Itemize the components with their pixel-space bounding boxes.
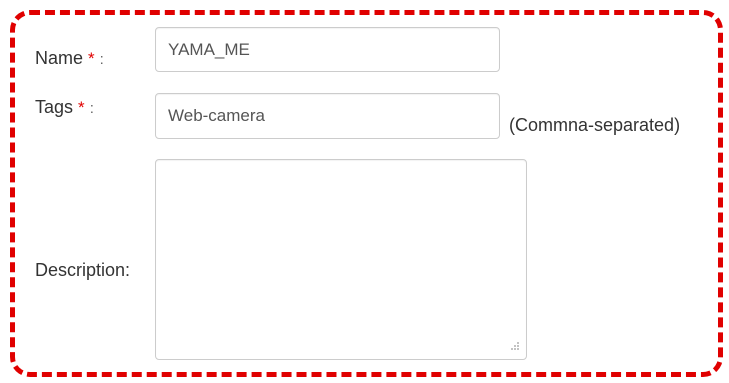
- resize-grip-icon[interactable]: [508, 339, 520, 351]
- tags-label-text: Tags: [35, 97, 74, 117]
- tags-field[interactable]: [155, 93, 500, 139]
- name-label-text: Name: [35, 48, 84, 68]
- tags-label: Tags * :: [35, 97, 94, 118]
- name-label-colon: :: [99, 51, 104, 68]
- tags-required-mark: *: [78, 98, 85, 117]
- name-required-mark: *: [88, 49, 95, 68]
- description-label: Description:: [35, 260, 131, 280]
- name-label: Name * :: [35, 48, 104, 69]
- tags-label-colon: :: [89, 100, 94, 117]
- tags-hint: (Commna-separated): [509, 115, 681, 135]
- description-textarea[interactable]: [155, 159, 527, 360]
- name-field[interactable]: [155, 27, 500, 72]
